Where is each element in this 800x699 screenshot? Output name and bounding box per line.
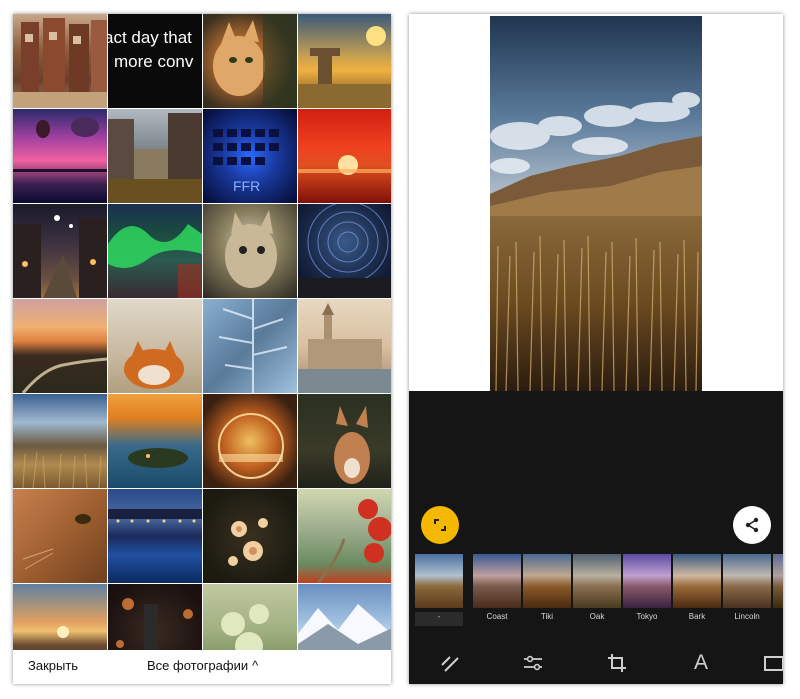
filter-thumbnail bbox=[673, 554, 721, 608]
crop-tool[interactable] bbox=[602, 648, 632, 678]
magic-lines-icon bbox=[441, 656, 459, 672]
filter-label: Lincoln bbox=[734, 612, 760, 621]
filter-none[interactable]: - bbox=[415, 554, 463, 626]
photo-thumbnail[interactable] bbox=[108, 204, 202, 298]
screenshot: act day that more conv FFR Закрыть Все ф… bbox=[0, 0, 800, 699]
filter-thumbnail bbox=[623, 554, 671, 608]
photo-thumbnail[interactable] bbox=[13, 394, 107, 488]
photo-thumbnail[interactable] bbox=[108, 109, 202, 203]
expand-button[interactable] bbox=[421, 506, 459, 544]
text-tool[interactable]: A bbox=[686, 648, 716, 678]
photo-thumbnail[interactable] bbox=[108, 489, 202, 583]
photo-grid: act day that more conv FFR bbox=[13, 14, 391, 678]
filter-thumbnail bbox=[473, 554, 521, 608]
photo-thumbnail[interactable] bbox=[298, 489, 391, 583]
photo-picker-panel: act day that more conv FFR Закрыть Все ф… bbox=[13, 14, 391, 684]
photo-thumbnail[interactable] bbox=[13, 204, 107, 298]
auto-enhance-tool[interactable] bbox=[435, 648, 465, 678]
photo-editor-panel: - Coast Tiki Oak Tokyo Bark Lincoln A bbox=[409, 14, 783, 684]
filter-thumbnail bbox=[523, 554, 571, 608]
crop-icon bbox=[608, 654, 626, 672]
filter-label: Tiki bbox=[540, 612, 554, 621]
chevron-up-icon: ^ bbox=[252, 658, 259, 673]
filter-oak[interactable]: Oak bbox=[573, 554, 621, 626]
filter-label: Tokyo bbox=[636, 612, 658, 621]
sliders-icon bbox=[524, 655, 542, 671]
photo-thumbnail-text[interactable]: act day that more conv bbox=[108, 14, 202, 108]
editor-canvas bbox=[409, 14, 783, 391]
share-button[interactable] bbox=[733, 506, 771, 544]
photo-thumbnail[interactable] bbox=[298, 299, 391, 393]
photo-thumbnail[interactable] bbox=[203, 299, 297, 393]
filter-label: Coast bbox=[486, 612, 508, 621]
photo-thumbnail[interactable]: FFR bbox=[203, 109, 297, 203]
filter-thumbnail bbox=[723, 554, 771, 608]
filter-label: Oak bbox=[589, 612, 605, 621]
all-photos-dropdown[interactable]: Все фотографии ^ bbox=[147, 658, 258, 673]
filter-label: - bbox=[415, 612, 463, 626]
share-icon bbox=[745, 517, 759, 533]
svg-text:FFR: FFR bbox=[233, 178, 260, 194]
photo-thumbnail[interactable] bbox=[203, 14, 297, 108]
filter-thumbnail bbox=[773, 554, 783, 608]
adjust-tool[interactable] bbox=[518, 648, 548, 678]
photo-thumbnail[interactable] bbox=[13, 14, 107, 108]
filter-tiki[interactable]: Tiki bbox=[523, 554, 571, 626]
photo-thumbnail[interactable] bbox=[108, 394, 202, 488]
close-button[interactable]: Закрыть bbox=[28, 658, 78, 673]
photo-thumbnail[interactable] bbox=[298, 14, 391, 108]
thumbnail-text: act day that more conv bbox=[108, 28, 194, 71]
more-tool[interactable] bbox=[763, 648, 783, 678]
photo-thumbnail[interactable] bbox=[203, 394, 297, 488]
all-photos-label: Все фотографии bbox=[147, 658, 249, 673]
editor-toolbar: A bbox=[409, 644, 783, 684]
photo-thumbnail[interactable] bbox=[203, 489, 297, 583]
filter-coast[interactable]: Coast bbox=[473, 554, 521, 626]
filter-bark[interactable]: Bark bbox=[673, 554, 721, 626]
edited-photo bbox=[490, 16, 702, 391]
filter-thumbnail bbox=[573, 554, 621, 608]
frame-icon bbox=[764, 656, 783, 671]
photo-thumbnail[interactable] bbox=[13, 109, 107, 203]
text-tool-icon: A bbox=[693, 651, 708, 674]
photo-thumbnail[interactable] bbox=[298, 204, 391, 298]
filter-strip: - Coast Tiki Oak Tokyo Bark Lincoln bbox=[415, 554, 783, 630]
photo-thumbnail[interactable] bbox=[298, 109, 391, 203]
photo-thumbnail[interactable] bbox=[13, 299, 107, 393]
filter-partial[interactable] bbox=[773, 554, 783, 608]
filter-tokyo[interactable]: Tokyo bbox=[623, 554, 671, 626]
photo-thumbnail[interactable] bbox=[298, 394, 391, 488]
filter-lincoln[interactable]: Lincoln bbox=[723, 554, 771, 626]
photo-thumbnail[interactable] bbox=[13, 489, 107, 583]
picker-bottom-bar: Закрыть Все фотографии ^ bbox=[13, 650, 391, 684]
filter-thumbnail bbox=[415, 554, 463, 608]
expand-icon bbox=[434, 519, 446, 531]
filter-label: Bark bbox=[688, 612, 706, 621]
photo-thumbnail[interactable] bbox=[108, 299, 202, 393]
photo-thumbnail[interactable] bbox=[203, 204, 297, 298]
